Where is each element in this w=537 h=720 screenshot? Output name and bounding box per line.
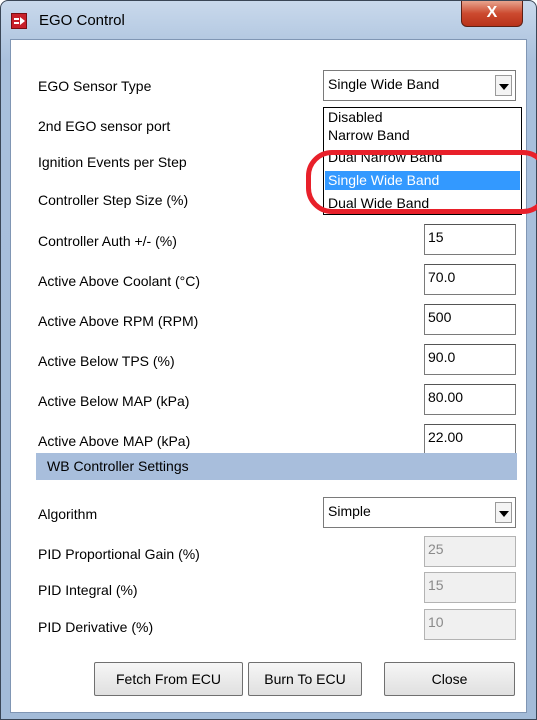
ego-sensor-type-value: Single Wide Band (328, 76, 440, 92)
pid-derivative-input[interactable]: 10 (424, 609, 516, 640)
second-ego-port-label: 2nd EGO sensor port (38, 118, 171, 134)
ego-sensor-type-label: EGO Sensor Type (38, 78, 152, 94)
fetch-from-ecu-button[interactable]: Fetch From ECU (94, 662, 243, 696)
pid-integral-label: PID Integral (%) (38, 582, 138, 598)
highlight-annotation-circle (306, 150, 537, 214)
wb-controller-settings-header: WB Controller Settings (36, 453, 517, 480)
active-above-rpm-label: Active Above RPM (RPM) (38, 313, 199, 329)
ignition-events-label: Ignition Events per Step (38, 154, 187, 170)
active-above-coolant-input[interactable]: 70.0 (424, 264, 516, 295)
chevron-down-icon[interactable] (495, 502, 512, 523)
active-below-tps-input[interactable]: 90.0 (424, 344, 516, 375)
controller-step-size-label: Controller Step Size (%) (38, 192, 189, 208)
active-above-rpm-input[interactable]: 500 (424, 304, 516, 335)
pid-proportional-input[interactable]: 25 (424, 536, 516, 567)
active-above-coolant-label: Active Above Coolant (°C) (38, 273, 201, 289)
dropdown-option[interactable]: Disabled (325, 108, 520, 127)
controller-auth-label: Controller Auth +/- (%) (38, 233, 177, 249)
active-below-map-input[interactable]: 80.00 (424, 384, 516, 415)
active-above-map-input[interactable]: 22.00 (424, 424, 516, 455)
pid-integral-input[interactable]: 15 (424, 572, 516, 603)
window-title: EGO Control (39, 12, 125, 29)
ego-sensor-type-select[interactable]: Single Wide Band (323, 70, 516, 101)
algorithm-value: Simple (328, 503, 371, 519)
active-above-map-label: Active Above MAP (kPa) (38, 433, 191, 449)
pid-derivative-label: PID Derivative (%) (38, 619, 154, 635)
title-bar[interactable]: EGO Control X (1, 1, 536, 39)
dropdown-option[interactable]: Narrow Band (325, 126, 520, 145)
pid-proportional-label: PID Proportional Gain (%) (38, 546, 200, 562)
active-below-tps-label: Active Below TPS (%) (38, 353, 175, 369)
close-window-button[interactable]: X (461, 1, 523, 27)
algorithm-select[interactable]: Simple (323, 497, 516, 528)
algorithm-label: Algorithm (38, 506, 98, 522)
controller-auth-input[interactable]: 15 (424, 224, 516, 255)
close-button[interactable]: Close (384, 662, 515, 696)
active-below-map-label: Active Below MAP (kPa) (38, 393, 190, 409)
chevron-down-icon[interactable] (495, 75, 512, 96)
app-logo-icon (11, 13, 27, 29)
burn-to-ecu-button[interactable]: Burn To ECU (248, 662, 362, 696)
